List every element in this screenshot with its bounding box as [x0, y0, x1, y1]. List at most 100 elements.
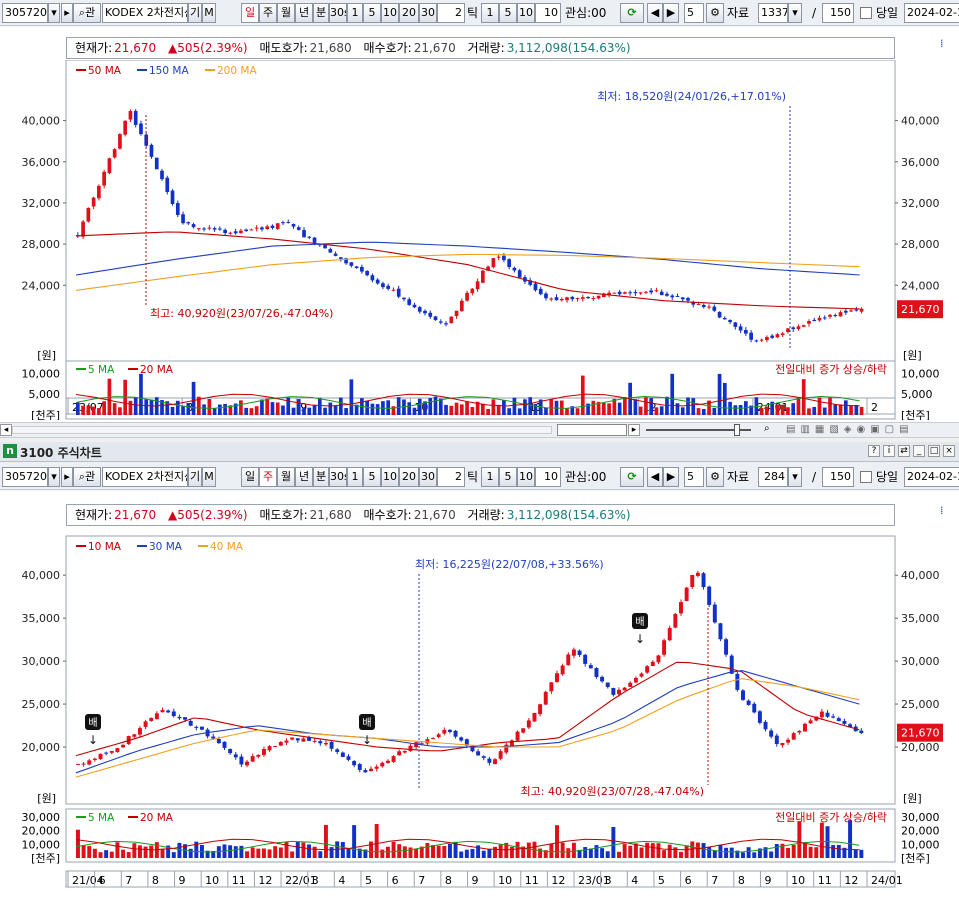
volume-bar — [302, 407, 306, 415]
scroll-thumb[interactable] — [557, 424, 627, 436]
chart-tools-icons[interactable]: ▤▥▦▧◈◉▣▢▤ — [786, 424, 914, 435]
period-button-5[interactable]: 30s — [329, 3, 347, 23]
today-checkbox[interactable] — [860, 7, 872, 19]
settings-icon[interactable]: ⚙ — [706, 3, 724, 23]
next-arrow-icon[interactable]: ▸ — [61, 467, 73, 487]
data-count-dropdown-icon[interactable]: ▾ — [788, 467, 802, 487]
low-annotation: 최저: 16,225원(22/07/08,+33.56%) — [415, 558, 604, 571]
m-button[interactable]: M — [202, 3, 216, 23]
candle-body — [436, 734, 441, 738]
window-link-icon[interactable]: ⇄ — [898, 445, 910, 457]
period-button-2[interactable]: 월 — [277, 467, 295, 487]
m-button[interactable]: M — [202, 467, 216, 487]
period-button-3[interactable]: 년 — [295, 467, 313, 487]
window-info-icon[interactable]: i — [883, 445, 895, 457]
max-count-input[interactable]: 150 — [822, 467, 854, 487]
refresh-icon[interactable]: ⟳ — [620, 3, 644, 23]
next-arrow-icon[interactable]: ▸ — [61, 3, 73, 23]
period-button-0[interactable]: 일 — [241, 467, 259, 487]
tick-1-button[interactable]: 1 — [481, 3, 499, 23]
volume-bar — [859, 849, 864, 858]
period-button-1[interactable]: 주 — [259, 467, 277, 487]
candle-body — [596, 295, 601, 299]
candle-body — [769, 730, 774, 737]
stock-code-input[interactable]: 305720 — [2, 467, 48, 487]
period-button-0[interactable]: 일 — [241, 3, 259, 23]
period-button-6[interactable]: 1 — [347, 467, 363, 487]
period-button-8[interactable]: 10 — [381, 3, 399, 23]
stock-code-input[interactable]: 305720 — [2, 3, 48, 23]
next-icon[interactable]: ▶ — [663, 467, 679, 487]
period-button-8[interactable]: 10 — [381, 467, 399, 487]
top-scrollbar[interactable]: ◂ ▸ ⌕ ▤▥▦▧◈◉▣▢▤ — [0, 422, 959, 438]
today-checkbox[interactable] — [860, 471, 872, 483]
tick-count-input[interactable]: 10 — [535, 3, 561, 23]
candle-body — [191, 224, 196, 228]
scroll-track[interactable] — [12, 426, 552, 434]
scroll-right-icon[interactable]: ▸ — [628, 424, 640, 436]
volume-bar — [412, 407, 417, 415]
period-button-7[interactable]: 5 — [363, 467, 381, 487]
period-button-9[interactable]: 20 — [399, 3, 419, 23]
volume-bar — [828, 397, 832, 415]
max-count-input[interactable]: 150 — [822, 3, 854, 23]
volume-bar — [181, 406, 185, 415]
panel-menu-icon[interactable]: ⁞ — [940, 37, 954, 51]
period-button-4[interactable]: 분 — [313, 467, 329, 487]
tick-10-button[interactable]: 10 — [517, 467, 535, 487]
step-input[interactable]: 5 — [684, 3, 704, 23]
period-button-4[interactable]: 분 — [313, 3, 329, 23]
x-tick-label: 9 — [764, 874, 771, 887]
period-button-7[interactable]: 5 — [363, 3, 381, 23]
tick-count-input[interactable]: 10 — [535, 467, 561, 487]
candle-body — [807, 321, 811, 324]
volume-bar — [769, 851, 774, 858]
tick-1-button[interactable]: 1 — [481, 467, 499, 487]
period-button-10[interactable]: 30 — [419, 3, 437, 23]
scroll-left-icon[interactable]: ◂ — [0, 424, 12, 436]
prev-icon[interactable]: ◀ — [647, 3, 663, 23]
period-button-5[interactable]: 30s — [329, 467, 347, 487]
period-button-6[interactable]: 1 — [347, 3, 363, 23]
zoom-icon[interactable]: ⌕ — [764, 423, 770, 434]
settings-icon[interactable]: ⚙ — [706, 467, 724, 487]
window-help-icon[interactable]: ? — [868, 445, 880, 457]
info-button[interactable]: 기 — [188, 3, 202, 23]
tick-10-button[interactable]: 10 — [517, 3, 535, 23]
date-input[interactable]: 2024-02-1 — [904, 467, 959, 487]
candle-body — [459, 737, 464, 741]
tick-5-button[interactable]: 5 — [499, 3, 517, 23]
tick-input[interactable]: 2 — [437, 467, 465, 487]
zoom-slider-handle[interactable] — [734, 424, 740, 436]
refresh-icon[interactable]: ⟳ — [620, 467, 644, 487]
tick-input[interactable]: 2 — [437, 3, 465, 23]
date-input[interactable]: 2024-02-1 — [904, 3, 959, 23]
step-input[interactable]: 5 — [684, 467, 704, 487]
window-maximize-icon[interactable]: □ — [928, 445, 940, 457]
next-icon[interactable]: ▶ — [663, 3, 679, 23]
data-count-dropdown-icon[interactable]: ▾ — [788, 3, 802, 23]
search-icon[interactable]: ⌕관 — [73, 467, 101, 487]
period-button-9[interactable]: 20 — [399, 467, 419, 487]
tick-5-button[interactable]: 5 — [499, 467, 517, 487]
window-minimize-icon[interactable]: _ — [913, 445, 925, 457]
period-button-10[interactable]: 30 — [419, 467, 437, 487]
panel-menu-icon[interactable]: ⁞ — [940, 504, 954, 518]
period-button-1[interactable]: 주 — [259, 3, 277, 23]
x-tick-label: 4 — [338, 874, 345, 887]
period-button-3[interactable]: 년 — [295, 3, 313, 23]
candle-body — [123, 120, 128, 135]
code-dropdown-icon[interactable]: ▾ — [48, 467, 60, 487]
data-count-input[interactable]: 1337 — [758, 3, 788, 23]
candle-body — [391, 289, 396, 291]
info-button[interactable]: 기 — [188, 467, 202, 487]
volume-bar — [617, 402, 622, 415]
period-button-2[interactable]: 월 — [277, 3, 295, 23]
window-close-icon[interactable]: × — [943, 445, 955, 457]
prev-icon[interactable]: ◀ — [647, 467, 663, 487]
search-icon[interactable]: ⌕관 — [73, 3, 101, 23]
data-count-input[interactable]: 284 — [758, 467, 788, 487]
volume-bar — [491, 399, 496, 415]
candle-body — [170, 190, 175, 204]
code-dropdown-icon[interactable]: ▾ — [48, 3, 60, 23]
